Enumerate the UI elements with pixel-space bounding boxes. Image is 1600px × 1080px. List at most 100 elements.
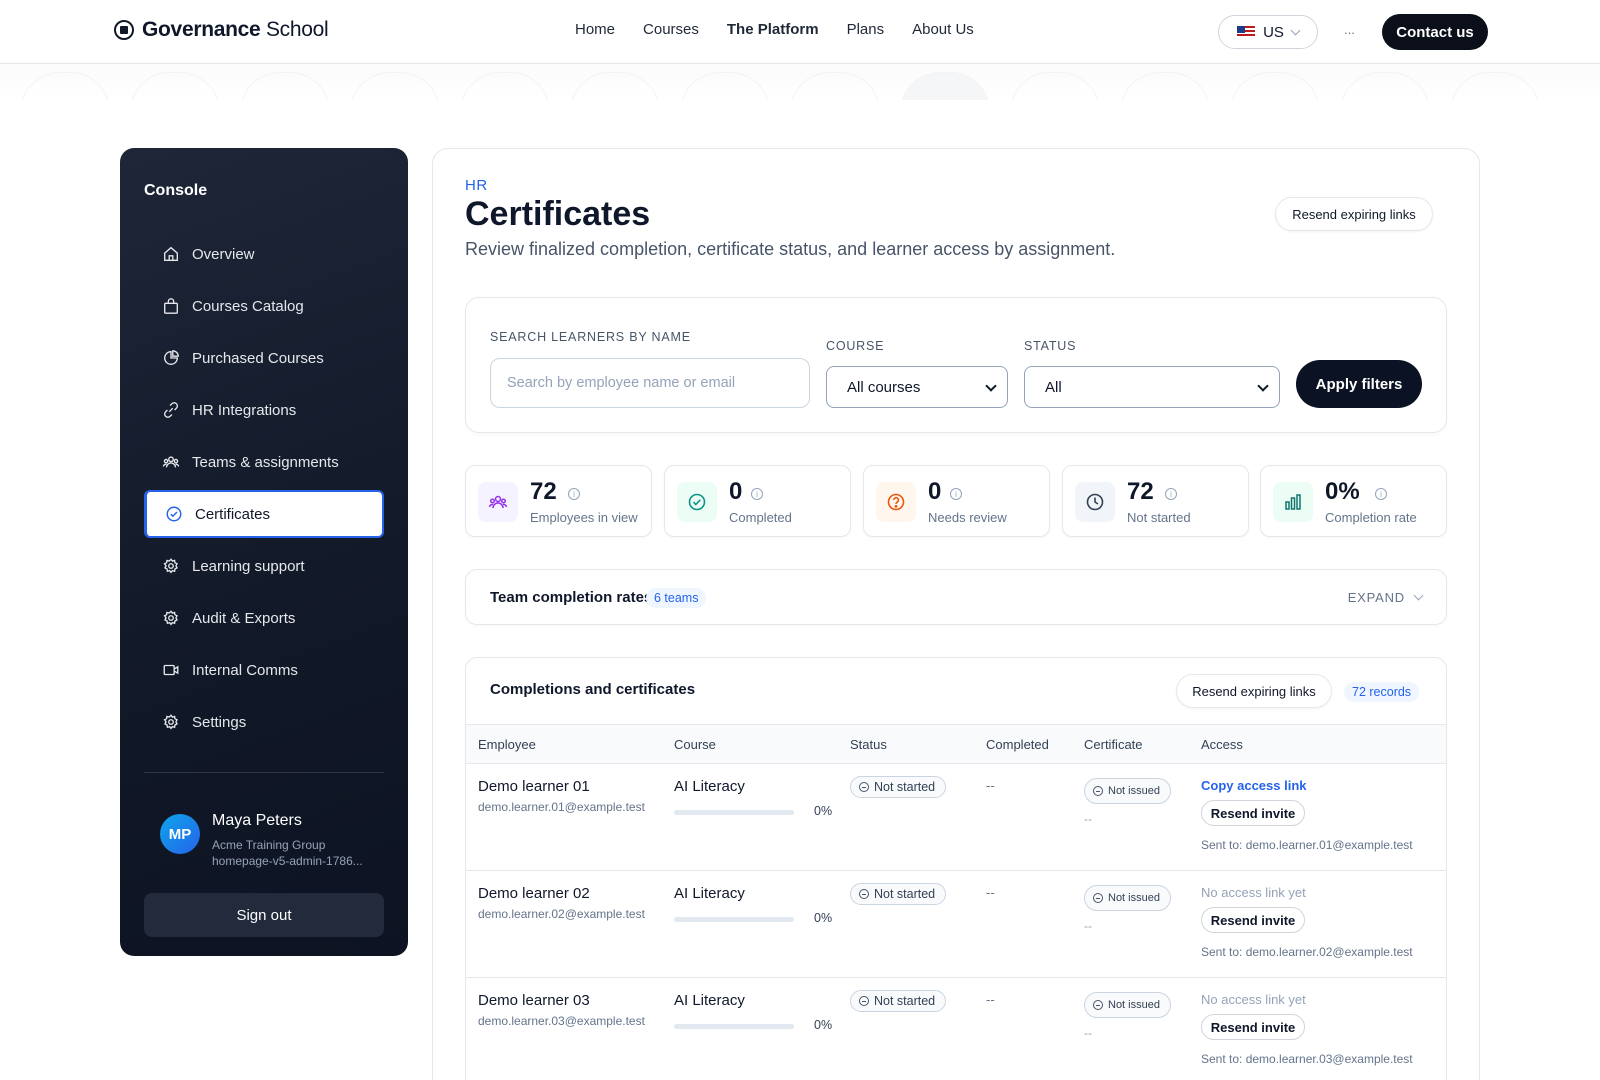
column-header-status[interactable]: Status <box>850 737 887 752</box>
top-navigation: Governance School Home Courses The Platf… <box>0 0 1600 64</box>
contact-us-button[interactable]: Contact us <box>1382 14 1488 50</box>
nav-about-us[interactable]: About Us <box>912 21 974 38</box>
status-select[interactable]: All <box>1024 366 1280 408</box>
video-icon <box>163 664 179 676</box>
table-row: Demo learner 02 demo.learner.02@example.… <box>466 871 1446 978</box>
sidebar-item-certificates[interactable]: Certificates <box>144 490 384 538</box>
info-icon[interactable]: i <box>1375 488 1387 500</box>
employee-name: Demo learner 03 <box>478 992 590 1009</box>
table-header: Employee Course Status Completed Certifi… <box>466 724 1446 764</box>
certificate-text: Not issued <box>1108 785 1160 797</box>
column-header-access[interactable]: Access <box>1201 737 1243 752</box>
more-menu[interactable]: ... <box>1344 22 1355 37</box>
sidebar-item-courses-catalog[interactable]: Courses Catalog <box>144 282 384 330</box>
info-icon[interactable]: i <box>1165 488 1177 500</box>
resend-invite-button[interactable]: Resend invite <box>1201 907 1305 933</box>
teams-count-badge: 6 teams <box>646 588 707 608</box>
column-header-completed[interactable]: Completed <box>986 737 1049 752</box>
completed-date: -- <box>986 992 995 1007</box>
certificate-text: Not issued <box>1108 892 1160 904</box>
home-icon <box>164 246 178 261</box>
sidebar-item-label: Purchased Courses <box>192 349 324 367</box>
info-icon[interactable]: i <box>950 488 962 500</box>
gear-icon <box>163 558 178 574</box>
stat-label: Not started <box>1127 510 1191 525</box>
page-subtitle: Review finalized completion, certificate… <box>465 239 1116 259</box>
sidebar-item-label: Settings <box>192 713 247 731</box>
search-placeholder: Search by employee name or email <box>507 375 736 391</box>
nav-home[interactable]: Home <box>575 21 615 38</box>
sidebar-item-label: Audit & Exports <box>192 609 296 627</box>
sidebar-item-learning-support[interactable]: Learning support <box>144 542 384 590</box>
stat-cards: 72 i Employees in view 0 i Completed 0 i… <box>465 465 1447 537</box>
stat-not-started: 72 i Not started <box>1062 465 1249 537</box>
chevron-down-icon <box>1413 590 1424 601</box>
resend-invite-button[interactable]: Resend invite <box>1201 1014 1305 1040</box>
sidebar-item-teams-assignments[interactable]: Teams & assignments <box>144 438 384 486</box>
decorative-band <box>0 64 1600 100</box>
copy-access-link[interactable]: Copy access link <box>1201 778 1307 793</box>
status-select-value: All <box>1045 378 1062 396</box>
stat-label: Completion rate <box>1325 510 1417 525</box>
apply-filters-button[interactable]: Apply filters <box>1296 360 1422 408</box>
nav-courses[interactable]: Courses <box>643 21 699 38</box>
search-label: SEARCH LEARNERS BY NAME <box>490 330 691 344</box>
not-started-icon <box>859 996 869 1006</box>
resend-invite-button[interactable]: Resend invite <box>1201 800 1305 826</box>
sidebar-item-internal-comms[interactable]: Internal Comms <box>144 646 384 694</box>
course-select[interactable]: All courses <box>826 366 1008 408</box>
employee-email: demo.learner.03@example.test <box>478 1014 645 1028</box>
course-name: AI Literacy <box>674 885 745 902</box>
bar-chart-icon <box>1273 482 1313 522</box>
sidebar-item-audit-exports[interactable]: Audit & Exports <box>144 594 384 642</box>
question-icon <box>876 482 916 522</box>
link-icon <box>164 402 178 418</box>
column-header-course[interactable]: Course <box>674 737 716 752</box>
pie-chart-icon <box>164 350 179 365</box>
sidebar-item-label: HR Integrations <box>192 401 297 419</box>
filters-panel: SEARCH LEARNERS BY NAME Search by employ… <box>465 297 1447 433</box>
status-text: Not started <box>874 780 936 794</box>
main-nav: Home Courses The Platform Plans About Us <box>575 21 974 38</box>
nav-the-platform[interactable]: The Platform <box>727 21 819 38</box>
sidebar-item-settings[interactable]: Settings <box>144 698 384 746</box>
sidebar-item-purchased-courses[interactable]: Purchased Courses <box>144 334 384 382</box>
not-issued-icon <box>1093 786 1103 796</box>
info-icon[interactable]: i <box>751 488 763 500</box>
team-completion-rates[interactable]: Team completion rates 6 teams EXPAND <box>465 569 1447 625</box>
resend-expiring-links-button[interactable]: Resend expiring links <box>1275 197 1433 231</box>
sent-to-text: Sent to: demo.learner.02@example.test <box>1201 945 1413 959</box>
gear-icon <box>163 714 178 730</box>
column-header-certificate[interactable]: Certificate <box>1084 737 1143 752</box>
brand-logo-link[interactable]: Governance School <box>114 18 329 42</box>
completed-date: -- <box>986 885 995 900</box>
search-input[interactable]: Search by employee name or email <box>490 358 810 408</box>
locale-label: US <box>1263 23 1284 41</box>
table-resend-expiring-links-button[interactable]: Resend expiring links <box>1176 674 1332 708</box>
expand-label: EXPAND <box>1347 590 1405 605</box>
course-select-value: All courses <box>847 378 921 396</box>
team-completion-title: Team completion rates <box>490 589 653 606</box>
sidebar-item-hr-integrations[interactable]: HR Integrations <box>144 386 384 434</box>
nav-plans[interactable]: Plans <box>847 21 885 38</box>
stat-value: 0 <box>729 478 743 505</box>
certificates-panel: HR Certificates Review finalized complet… <box>432 148 1480 1080</box>
course-progress-bar <box>674 810 794 815</box>
column-header-employee[interactable]: Employee <box>478 737 536 752</box>
sidebar-item-label: Learning support <box>192 557 305 575</box>
locale-selector[interactable]: US <box>1218 15 1318 49</box>
sign-out-button[interactable]: Sign out <box>144 893 384 937</box>
certificate-detail: -- <box>1084 812 1092 826</box>
info-icon[interactable]: i <box>568 488 580 500</box>
status-text: Not started <box>874 994 936 1008</box>
status-badge: Not started <box>850 883 947 905</box>
team-icon <box>478 482 518 522</box>
expand-toggle[interactable]: EXPAND <box>1347 590 1424 605</box>
sidebar-item-label: Certificates <box>195 505 271 523</box>
chevron-down-icon <box>1290 25 1301 35</box>
records-count-badge: 72 records <box>1344 682 1420 702</box>
course-progress-bar <box>674 1024 794 1029</box>
employee-email: demo.learner.01@example.test <box>478 800 645 814</box>
sidebar-item-overview[interactable]: Overview <box>144 230 384 278</box>
certificate-detail: -- <box>1084 919 1092 933</box>
